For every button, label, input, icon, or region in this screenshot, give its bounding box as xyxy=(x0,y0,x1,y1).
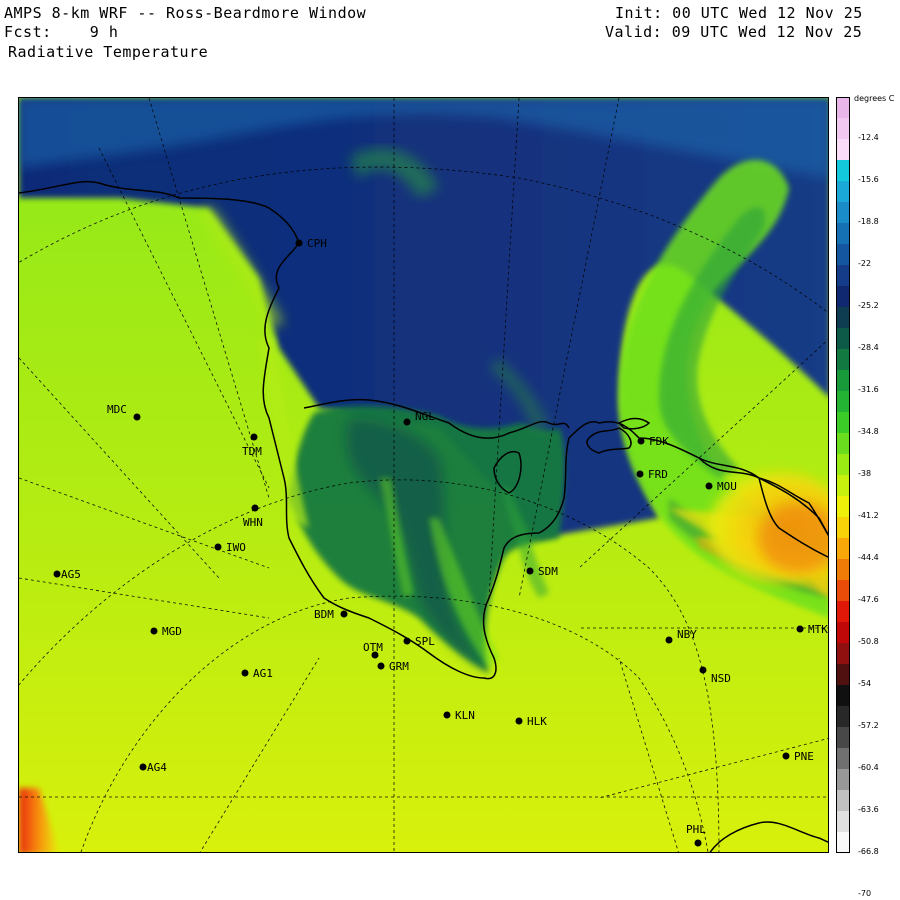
station-label-pne: PNE xyxy=(794,750,814,763)
station-label-hlk: HLK xyxy=(527,715,547,728)
color-bar-label: -70 xyxy=(858,889,872,898)
station-label-grm: GRM xyxy=(389,660,409,673)
station-label-mou: MOU xyxy=(717,480,737,493)
station-label-ngl: NGL xyxy=(415,410,435,423)
station-dot-ag5 xyxy=(53,570,61,578)
station-dot-iwo xyxy=(214,543,222,551)
station-dot-sdm xyxy=(526,567,534,575)
color-bar-label: -57.2 xyxy=(858,721,879,730)
station-dot-ngl xyxy=(403,418,411,426)
station-label-whn: WHN xyxy=(243,516,263,529)
station-label-fdk: FDK xyxy=(649,435,669,448)
station-label-nsd: NSD xyxy=(711,672,731,685)
station-label-frd: FRD xyxy=(648,468,668,481)
color-bar-label: -38 xyxy=(858,469,872,478)
color-bar-frame xyxy=(836,97,850,853)
station-dot-mgd xyxy=(150,627,158,635)
station-dot-fdk xyxy=(637,437,645,445)
station-dot-tdm xyxy=(250,433,258,441)
color-bar-label: -34.8 xyxy=(858,427,879,436)
station-label-sdm: SDM xyxy=(538,565,558,578)
station-dot-mtk xyxy=(796,625,804,633)
color-bar-label: -18.8 xyxy=(858,217,879,226)
station-label-ag5: AG5 xyxy=(61,568,81,581)
station-label-iwo: IWO xyxy=(226,541,246,554)
color-bar-label: -50.8 xyxy=(858,637,879,646)
field-name: Radiative Temperature xyxy=(8,43,209,61)
station-label-otm: OTM xyxy=(363,641,383,654)
map-title: AMPS 8-km WRF -- Ross-Beardmore Window xyxy=(4,4,367,22)
station-dot-cph xyxy=(295,239,303,247)
station-label-ag1: AG1 xyxy=(253,667,273,680)
color-bar-label: -25.2 xyxy=(858,301,879,310)
color-bar-label: -12.4 xyxy=(858,133,879,142)
color-bar-label: -66.8 xyxy=(858,847,879,856)
init-time: Init: 00 UTC Wed 12 Nov 25 xyxy=(615,4,863,22)
station-dot-bdm xyxy=(340,610,348,618)
color-bar-label: -22 xyxy=(858,259,872,268)
station-dot-ag1 xyxy=(241,669,249,677)
color-bar-label: -47.6 xyxy=(858,595,879,604)
station-dot-nby xyxy=(665,636,673,644)
station-dot-mdc xyxy=(133,413,141,421)
color-bar-label: -15.6 xyxy=(858,175,879,184)
station-label-kln: KLN xyxy=(455,709,475,722)
station-label-tdm: TDM xyxy=(242,445,262,458)
color-bar-label: -54 xyxy=(858,679,872,688)
station-dot-spl xyxy=(403,637,411,645)
color-bar-units: degrees C xyxy=(854,94,895,103)
color-bar-label: -63.6 xyxy=(858,805,879,814)
station-label-mdc: MDC xyxy=(107,403,127,416)
map-panel: CPH NGL MDC TDM FDK FRD MOU WHN IWO AG5 SDM BDM MGD N… xyxy=(18,97,829,853)
station-dot-frd xyxy=(636,470,644,478)
station-label-spl: SPL xyxy=(415,635,435,648)
station-dot-kln xyxy=(443,711,451,719)
color-bar-label: -44.4 xyxy=(858,553,879,562)
station-dot-whn xyxy=(251,504,259,512)
station-dot-mou xyxy=(705,482,713,490)
station-label-phl: PHL xyxy=(686,823,706,836)
station-dot-phl xyxy=(694,839,702,847)
station-dot-grm xyxy=(377,662,385,670)
station-label-bdm: BDM xyxy=(314,608,334,621)
station-label-mtk: MTK xyxy=(808,623,828,636)
station-label-cph: CPH xyxy=(307,237,327,250)
station-label-mgd: MGD xyxy=(162,625,182,638)
station-label-ag4: AG4 xyxy=(147,761,167,774)
valid-time: Valid: 09 UTC Wed 12 Nov 25 xyxy=(605,23,863,41)
station-dot-hlk xyxy=(515,717,523,725)
forecast-hour: Fcst: 9 h xyxy=(4,23,119,41)
station-dot-ag4 xyxy=(139,763,147,771)
station-dot-nsd xyxy=(699,666,707,674)
color-bar-label: -31.6 xyxy=(858,385,879,394)
station-dot-pne xyxy=(782,752,790,760)
color-bar-label: -41.2 xyxy=(858,511,879,520)
station-label-nby: NBY xyxy=(677,628,697,641)
color-bar-label: -28.4 xyxy=(858,343,879,352)
color-bar-label: -60.4 xyxy=(858,763,879,772)
